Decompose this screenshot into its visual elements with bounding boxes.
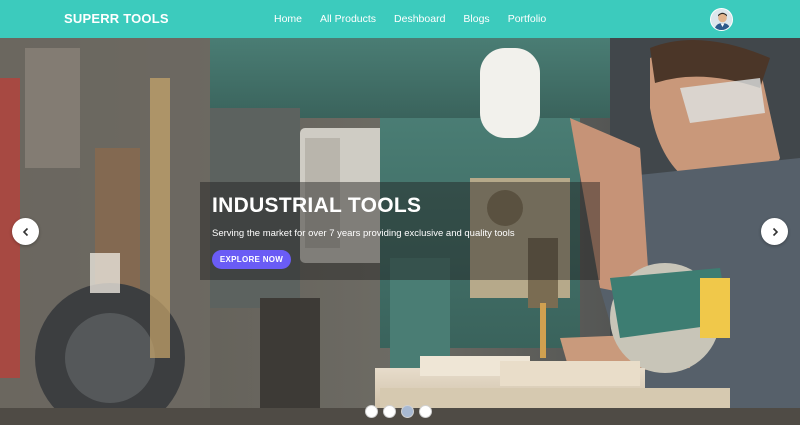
carousel-indicators <box>365 405 432 418</box>
explore-now-button[interactable]: EXPLORE NOW <box>212 250 291 269</box>
carousel-next-button[interactable] <box>761 218 788 245</box>
nav-link-portfolio[interactable]: Portfolio <box>508 13 547 25</box>
carousel-dot-3[interactable] <box>401 405 414 418</box>
hero-title: INDUSTRIAL TOOLS <box>212 194 422 217</box>
carousel-dot-1[interactable] <box>365 405 378 418</box>
nav-link-dashboard[interactable]: Deshboard <box>394 13 445 25</box>
chevron-left-icon <box>22 227 28 236</box>
top-navbar: SUPERR TOOLS Home All Products Deshboard… <box>0 0 800 38</box>
nav-link-home[interactable]: Home <box>274 13 302 25</box>
hero-subtitle: Serving the market for over 7 years prov… <box>212 228 515 239</box>
nav-link-blogs[interactable]: Blogs <box>463 13 489 25</box>
carousel-dot-2[interactable] <box>383 405 396 418</box>
main-nav: Home All Products Deshboard Blogs Portfo… <box>274 13 564 25</box>
hero-carousel: INDUSTRIAL TOOLS Serving the market for … <box>0 38 800 425</box>
carousel-dot-4[interactable] <box>419 405 432 418</box>
brand-logo[interactable]: SUPERR TOOLS <box>64 11 169 26</box>
chevron-right-icon <box>772 227 778 236</box>
user-avatar-icon[interactable] <box>710 8 733 31</box>
carousel-prev-button[interactable] <box>12 218 39 245</box>
hero-caption: INDUSTRIAL TOOLS Serving the market for … <box>200 182 600 280</box>
nav-link-all-products[interactable]: All Products <box>320 13 376 25</box>
